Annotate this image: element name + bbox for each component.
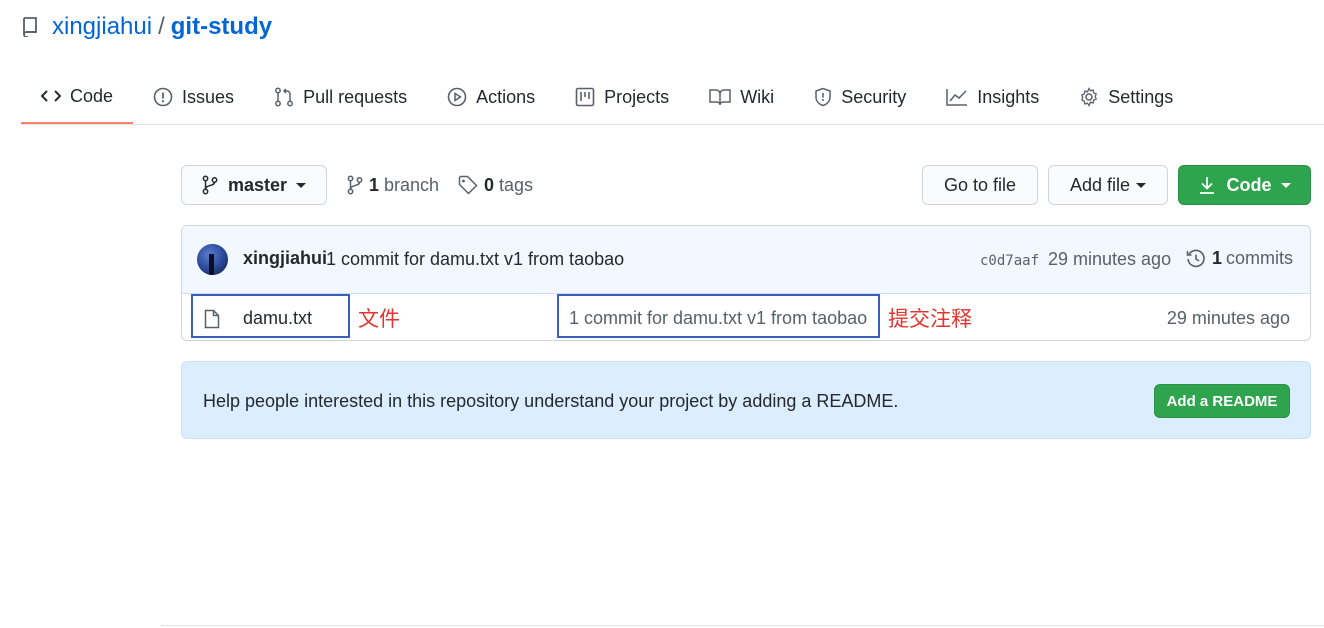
branches-link[interactable]: 1 branch: [347, 165, 439, 205]
branch-select-button[interactable]: master: [181, 165, 327, 205]
footer-divider: [161, 625, 1324, 626]
chevron-down-icon: [296, 182, 307, 188]
file-commit-time: 29 minutes ago: [1166, 308, 1290, 328]
commits-history-link[interactable]: 1 commits: [1186, 248, 1293, 269]
shield-icon: [815, 87, 831, 107]
commit-author-link[interactable]: xingjiahui: [243, 248, 327, 269]
tab-issues[interactable]: Issues: [133, 70, 254, 124]
tab-label: Wiki: [740, 86, 775, 107]
repo-nav-tabs: Code Issues Pull requests Actions Projec…: [21, 70, 1193, 125]
repo-separator: /: [158, 13, 165, 40]
commit-message-link[interactable]: 1 commit for damu.txt v1 from taobao: [326, 249, 624, 270]
code-button-label: Code: [1226, 174, 1272, 195]
chevron-down-icon: [1136, 182, 1147, 188]
tab-label: Pull requests: [303, 86, 408, 107]
tab-pull-requests[interactable]: Pull requests: [254, 70, 427, 124]
repo-owner-link[interactable]: xingjiahui: [52, 13, 152, 41]
issue-icon: [153, 87, 173, 107]
tab-projects[interactable]: Projects: [555, 70, 689, 124]
readme-prompt-text: Help people interested in this repositor…: [203, 391, 899, 411]
repo-name-link[interactable]: git-study: [171, 13, 272, 41]
readme-prompt: Help people interested in this repositor…: [181, 361, 1311, 439]
tab-label: Security: [841, 86, 907, 107]
tab-insights[interactable]: Insights: [926, 70, 1059, 124]
tags-link[interactable]: 0 tags: [458, 165, 533, 205]
tab-label: Code: [70, 85, 114, 106]
tabs-divider: [21, 124, 1324, 125]
latest-commit-row: xingjiahui 1 commit for damu.txt v1 from…: [182, 226, 1310, 294]
play-icon: [447, 87, 467, 107]
graph-icon: [946, 89, 968, 106]
avatar[interactable]: [197, 244, 228, 275]
repo-header: xingjiahui / git-study: [22, 10, 272, 44]
commit-sha-link[interactable]: c0d7aaf: [980, 253, 1039, 269]
branch-icon: [347, 175, 363, 195]
commit-time: 29 minutes ago: [1048, 249, 1172, 269]
commit-count-label: commits: [1226, 248, 1294, 268]
project-icon: [575, 87, 595, 107]
add-readme-button[interactable]: Add a README: [1154, 384, 1290, 418]
add-file-label: Add file: [1069, 174, 1131, 195]
history-icon: [1186, 249, 1205, 267]
annotation-box-file: [191, 294, 350, 338]
pull-request-icon: [275, 87, 294, 107]
go-to-file-button[interactable]: Go to file: [922, 165, 1038, 205]
tab-label: Projects: [604, 86, 670, 107]
branch-name: master: [227, 174, 288, 195]
annotation-label-commit: 提交注释: [888, 307, 972, 331]
file-navigation: master 1 branch 0 tags Go to file Add fi…: [181, 165, 1311, 205]
tag-count: 0: [484, 174, 495, 195]
tag-count-label: tags: [499, 174, 534, 195]
chevron-down-icon: [1280, 182, 1291, 188]
tag-icon: [458, 175, 478, 195]
add-file-button[interactable]: Add file: [1048, 165, 1168, 205]
download-icon: [1199, 177, 1214, 194]
code-icon: [41, 90, 61, 102]
code-download-button[interactable]: Code: [1178, 165, 1311, 205]
branch-icon: [202, 175, 218, 195]
repo-icon: [22, 16, 40, 38]
tab-code[interactable]: Code: [21, 70, 134, 124]
tab-label: Insights: [977, 86, 1040, 107]
branch-count: 1: [369, 174, 380, 195]
tab-actions[interactable]: Actions: [427, 70, 555, 124]
annotation-box-commit: [557, 294, 880, 338]
tab-wiki[interactable]: Wiki: [689, 70, 794, 124]
gear-icon: [1081, 87, 1098, 107]
tab-security[interactable]: Security: [794, 70, 926, 124]
commit-count: 1: [1212, 248, 1223, 268]
annotation-label-file: 文件: [358, 307, 400, 331]
tab-label: Issues: [182, 86, 235, 107]
tab-settings[interactable]: Settings: [1059, 70, 1193, 124]
tab-label: Actions: [476, 86, 536, 107]
book-icon: [709, 89, 731, 106]
tab-label: Settings: [1108, 86, 1174, 107]
branch-count-label: branch: [384, 174, 440, 195]
